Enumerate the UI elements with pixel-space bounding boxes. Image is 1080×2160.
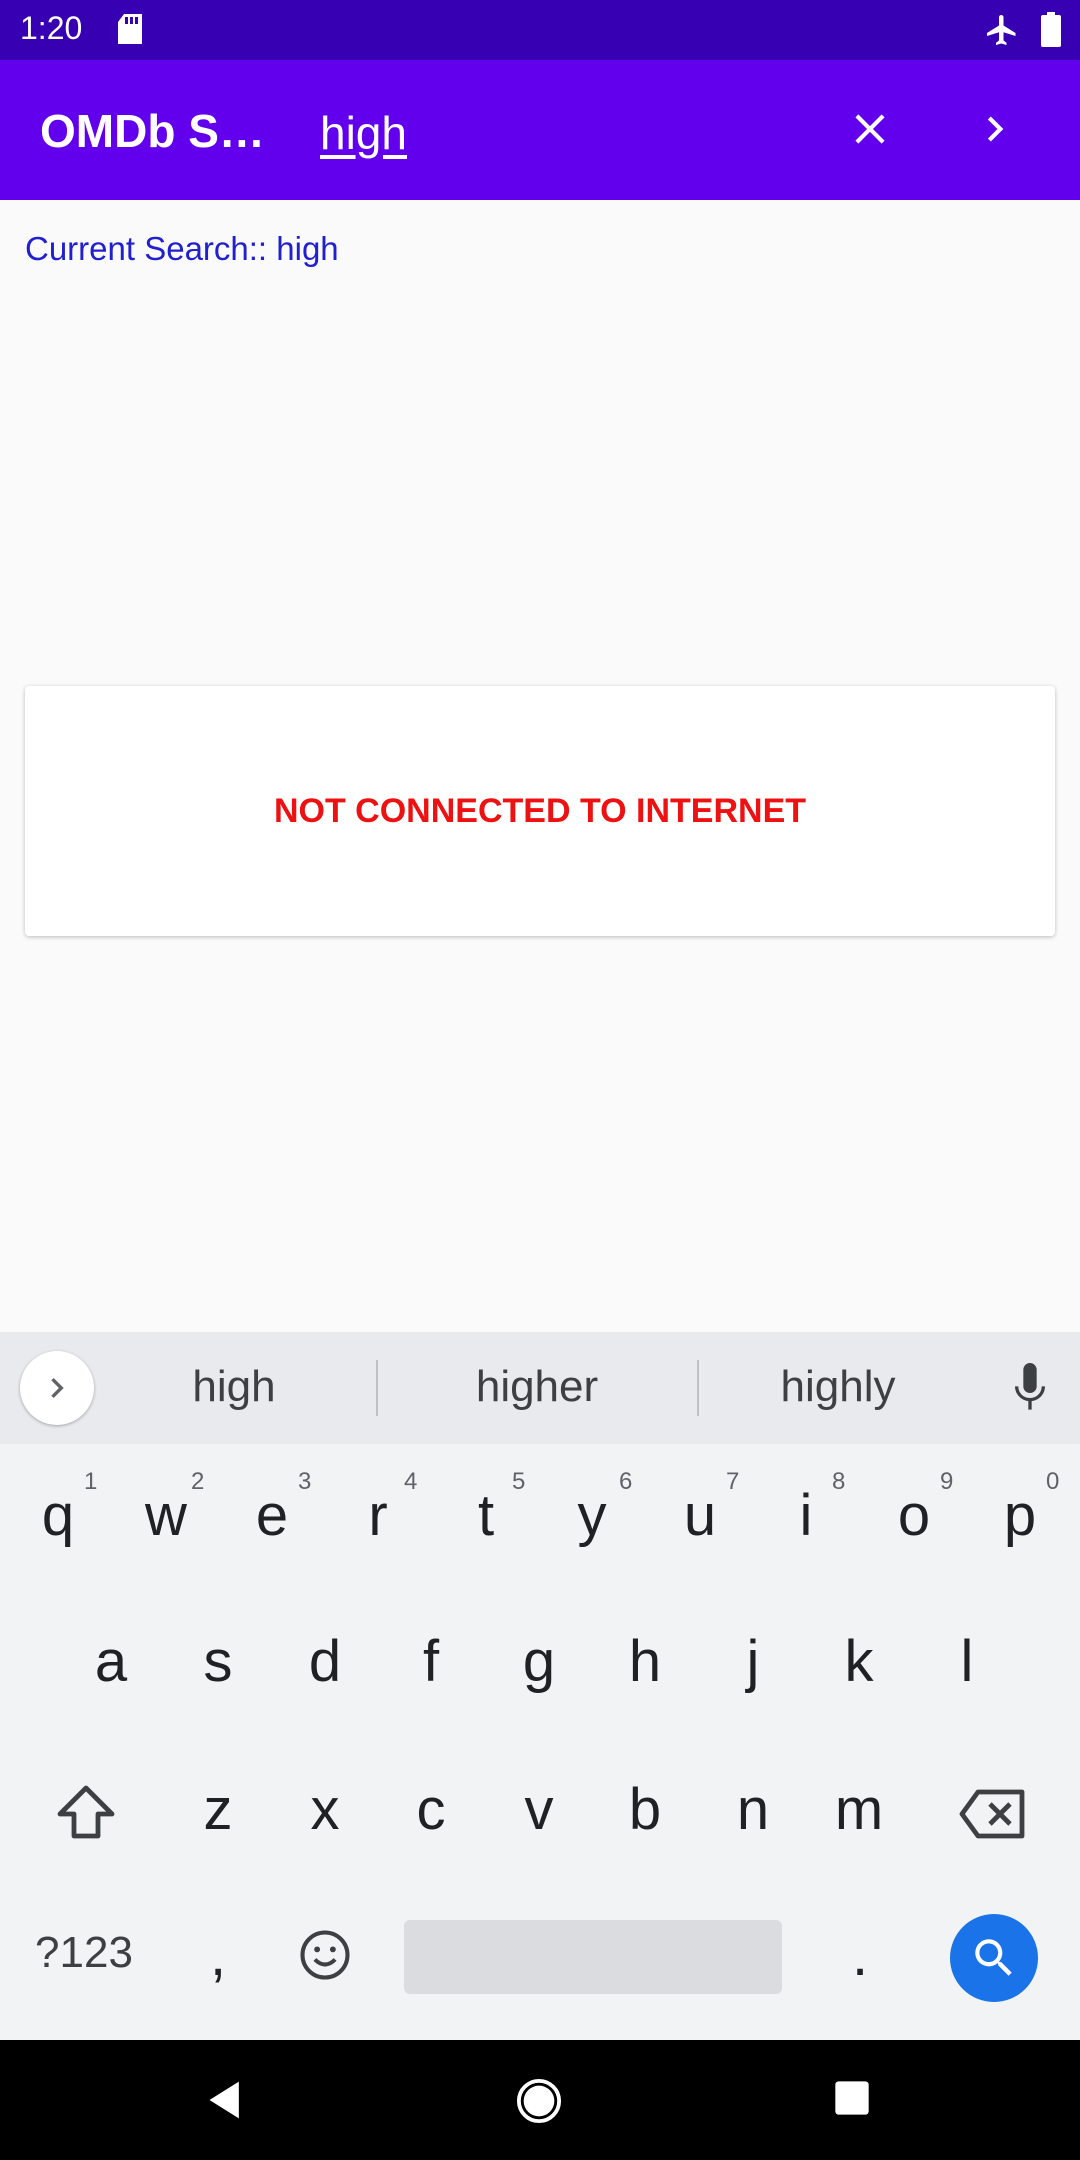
- soft-keyboard: high higher highly q w e r t y u i o p 1…: [0, 1332, 1080, 2040]
- key-d[interactable]: d: [309, 1628, 341, 1695]
- key-hint: 8: [832, 1468, 846, 1495]
- key-x[interactable]: x: [311, 1776, 340, 1843]
- key-e[interactable]: e: [256, 1482, 288, 1549]
- backspace-icon: [959, 1789, 1025, 1839]
- key-hint: 0: [1046, 1468, 1060, 1495]
- suggestion-strip: high higher highly: [0, 1332, 1080, 1444]
- space-bar[interactable]: [404, 1920, 782, 1994]
- key-hint: 9: [940, 1468, 954, 1495]
- key-c[interactable]: c: [417, 1776, 446, 1843]
- recents-button[interactable]: [832, 2078, 872, 2123]
- emoji-icon: [300, 1930, 350, 1980]
- key-m[interactable]: m: [835, 1776, 883, 1843]
- submit-search-button[interactable]: [970, 104, 1020, 154]
- key-l[interactable]: l: [961, 1628, 974, 1695]
- emoji-key[interactable]: [298, 1928, 352, 1987]
- back-button[interactable]: [204, 2078, 248, 2127]
- battery-icon: [1040, 12, 1062, 53]
- key-j[interactable]: j: [747, 1628, 760, 1695]
- key-hint: 3: [298, 1468, 312, 1495]
- key-w[interactable]: w: [145, 1482, 187, 1549]
- suggestion-2[interactable]: higher: [476, 1362, 598, 1412]
- suggestion-divider: [376, 1360, 378, 1416]
- comma-key[interactable]: ,: [210, 1922, 226, 1989]
- key-z[interactable]: z: [204, 1776, 233, 1843]
- key-k[interactable]: k: [845, 1628, 874, 1695]
- key-f[interactable]: f: [423, 1628, 439, 1695]
- suggestion-3[interactable]: highly: [781, 1362, 896, 1412]
- shift-icon: [57, 1785, 115, 1839]
- airplane-mode-icon: [984, 12, 1020, 53]
- key-n[interactable]: n: [737, 1776, 769, 1843]
- key-o[interactable]: o: [898, 1482, 930, 1549]
- microphone-icon: [1015, 1363, 1045, 1410]
- key-r[interactable]: r: [368, 1482, 387, 1549]
- key-hint: 7: [726, 1468, 740, 1495]
- key-hint: 6: [619, 1468, 633, 1495]
- key-hint: 5: [512, 1468, 526, 1495]
- key-i[interactable]: i: [800, 1482, 813, 1549]
- status-time: 1:20: [20, 10, 83, 46]
- key-hint: 2: [191, 1468, 205, 1495]
- symbols-key[interactable]: ?123: [35, 1928, 133, 1978]
- status-bar: 1:20: [0, 0, 1080, 60]
- key-hint: 4: [404, 1468, 418, 1495]
- app-title: OMDb S…: [40, 105, 265, 157]
- connection-error-text: NOT CONNECTED TO INTERNET: [273, 791, 807, 830]
- back-icon: [209, 2081, 239, 2119]
- voice-input-button[interactable]: [1010, 1362, 1050, 1419]
- home-button[interactable]: [516, 2078, 562, 2129]
- key-hint: 1: [84, 1468, 98, 1495]
- current-search-label: Current Search:: high: [25, 230, 339, 267]
- sd-card-icon: [116, 14, 144, 51]
- suggestion-divider: [697, 1360, 699, 1416]
- key-s[interactable]: s: [204, 1628, 233, 1695]
- home-icon: [516, 2078, 562, 2124]
- chevron-right-icon: [987, 116, 1004, 142]
- key-b[interactable]: b: [629, 1776, 661, 1843]
- key-u[interactable]: u: [684, 1482, 716, 1549]
- key-t[interactable]: t: [478, 1482, 494, 1549]
- system-nav-bar: [0, 2040, 1080, 2160]
- recents-icon: [835, 2081, 869, 2115]
- search-input[interactable]: high: [320, 106, 407, 160]
- suggestion-1[interactable]: high: [192, 1362, 275, 1412]
- key-p[interactable]: p: [1004, 1482, 1036, 1549]
- key-g[interactable]: g: [523, 1628, 555, 1695]
- expand-toolbar-button[interactable]: [20, 1351, 94, 1425]
- key-v[interactable]: v: [525, 1776, 554, 1843]
- period-key[interactable]: .: [852, 1922, 868, 1989]
- search-action-key[interactable]: [950, 1914, 1038, 2002]
- close-icon: [855, 114, 885, 144]
- search-icon: [975, 1939, 1012, 1976]
- backspace-key[interactable]: [958, 1788, 1028, 1845]
- chevron-right-icon: [51, 1378, 64, 1398]
- message-card: NOT CONNECTED TO INTERNET: [25, 686, 1055, 936]
- clear-search-button[interactable]: [845, 104, 895, 154]
- key-y[interactable]: y: [578, 1482, 607, 1549]
- key-h[interactable]: h: [629, 1628, 661, 1695]
- key-a[interactable]: a: [95, 1628, 127, 1695]
- shift-key[interactable]: [56, 1784, 116, 1845]
- key-q[interactable]: q: [42, 1482, 74, 1549]
- app-bar: OMDb S… high: [0, 60, 1080, 200]
